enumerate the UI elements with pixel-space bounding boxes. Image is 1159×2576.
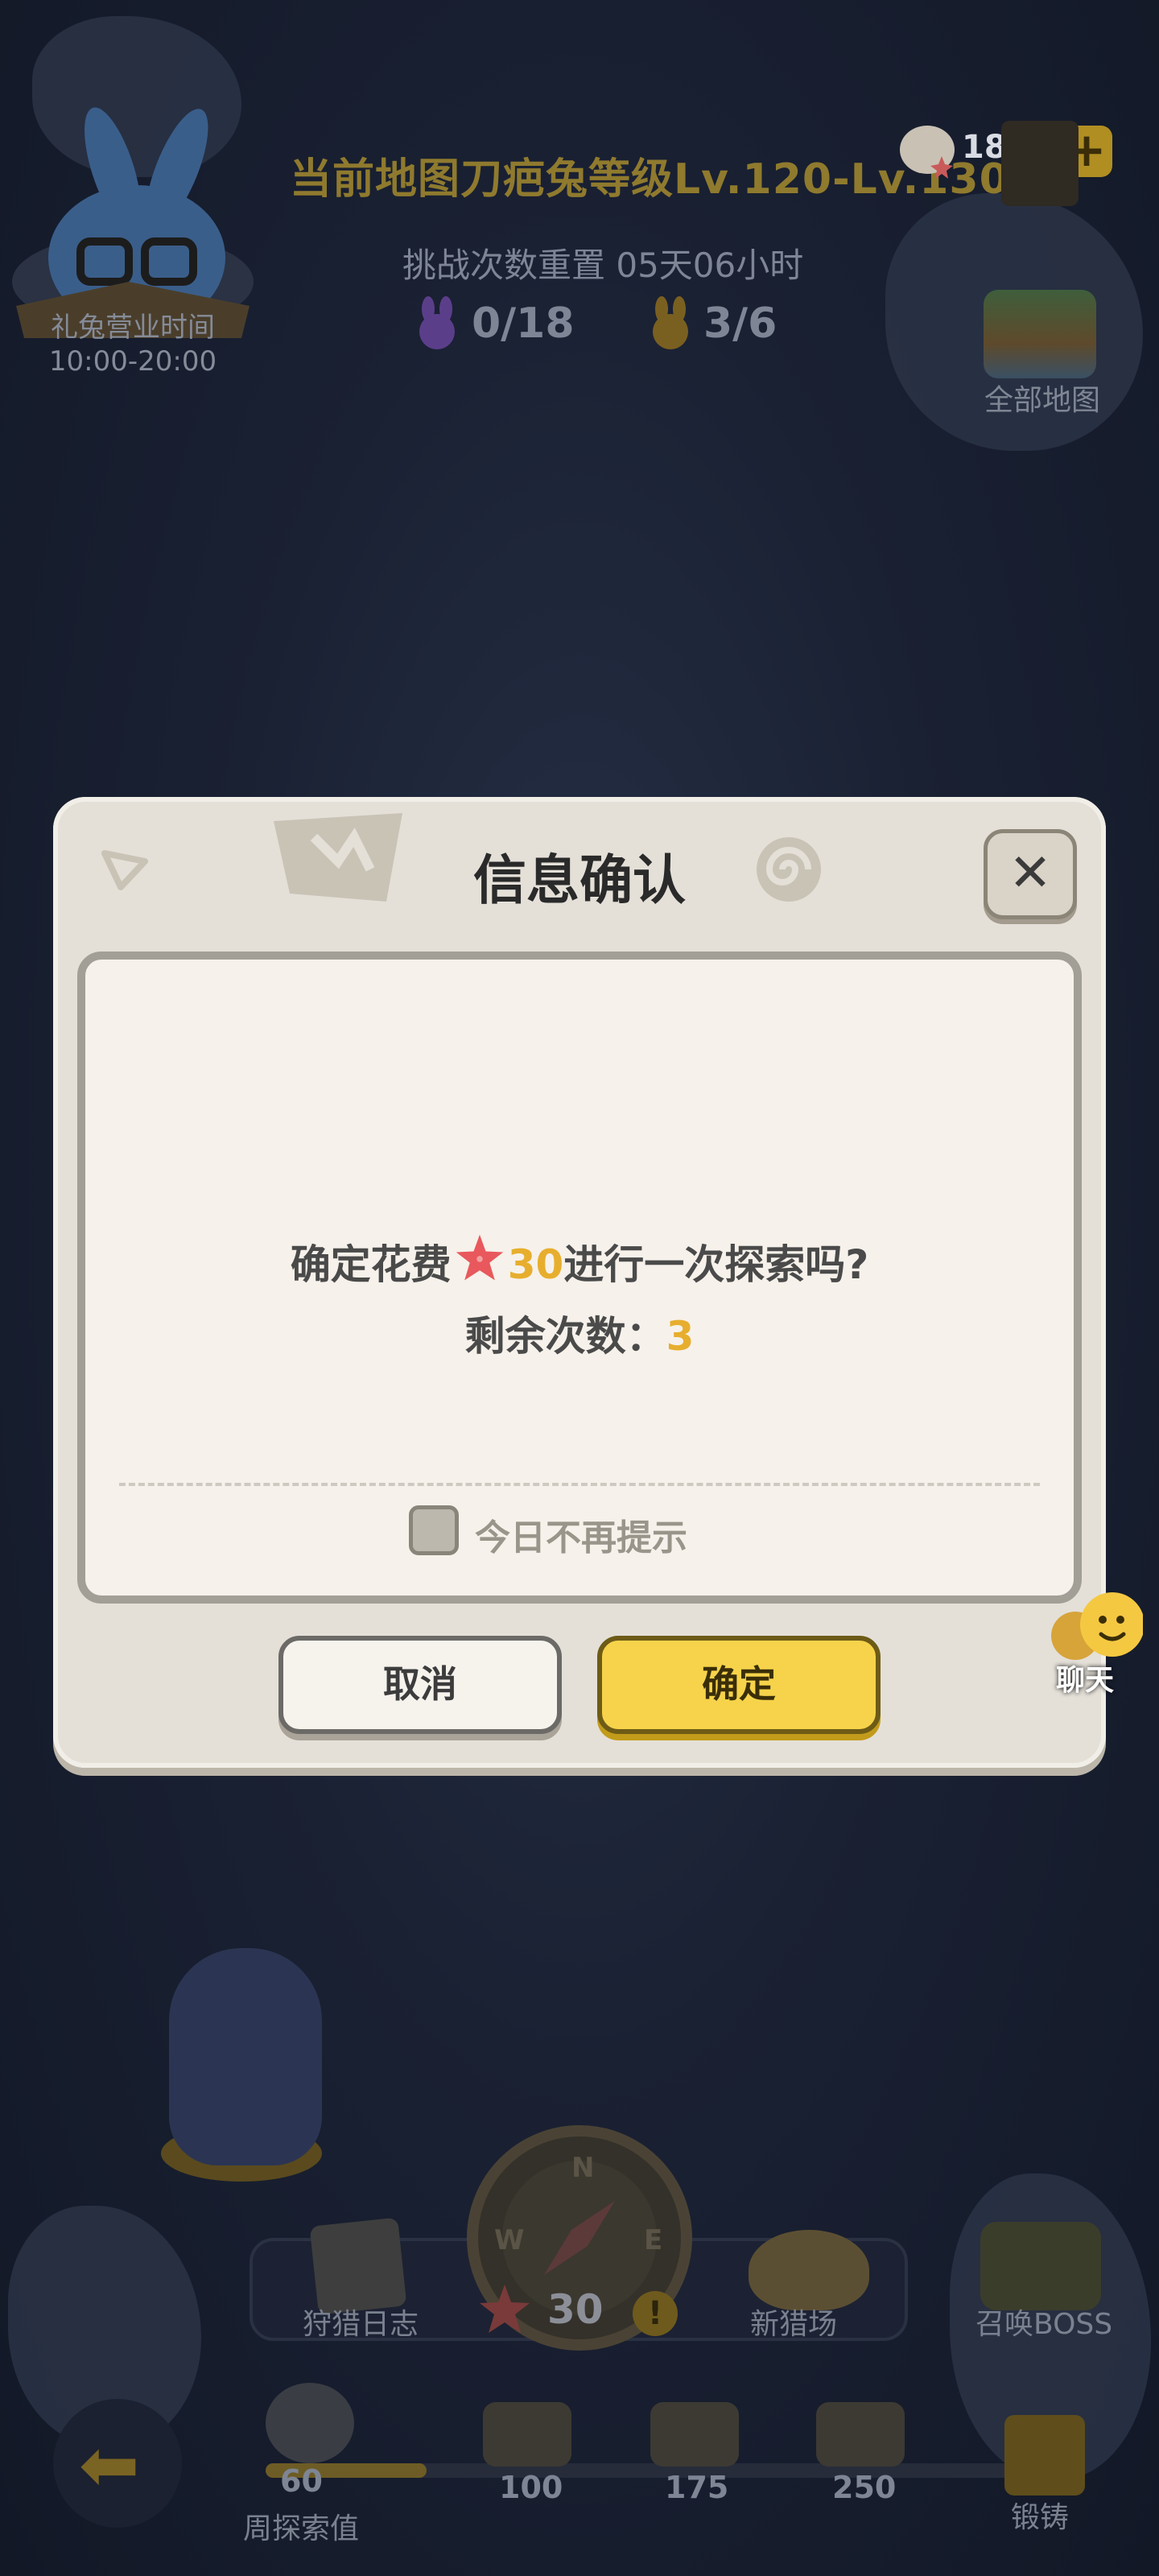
world-map-icon[interactable] (984, 290, 1096, 378)
svg-text:E: E (644, 2224, 662, 2256)
warning-icon[interactable]: ! (633, 2291, 678, 2336)
message-suffix: 进行一次探索吗? (563, 1241, 869, 1288)
svg-text:N: N (571, 2152, 594, 2184)
cancel-button[interactable]: 取消 (278, 1636, 562, 1734)
new-hunting-ground-label[interactable]: 新猎场 (750, 2301, 837, 2343)
remaining-label: 剩余次数： (464, 1313, 666, 1360)
gold-rabbit-count: 3/6 (703, 299, 777, 348)
dont-remind-checkbox[interactable] (409, 1505, 459, 1555)
purple-rabbit-icon (419, 296, 455, 349)
summon-boss-icon[interactable] (980, 2222, 1101, 2310)
dont-remind-label[interactable]: 今日不再提示 (475, 1509, 687, 1560)
starfish-icon (456, 1234, 503, 1281)
close-icon[interactable]: ✕ (1008, 844, 1052, 903)
weekly-value: 60 (280, 2463, 323, 2499)
purple-rabbit-count: 0/18 (472, 299, 575, 348)
shop-hours-label: 礼兔营业时间 (51, 312, 215, 344)
chest-threshold: 250 (832, 2470, 897, 2505)
book-icon (1001, 121, 1079, 206)
hunt-log-label[interactable]: 狩猎日志 (303, 2301, 419, 2343)
rabbit-shopkeeper-icon[interactable] (0, 97, 266, 338)
challenge-reset-timer: 挑战次数重置 05天06小时 (402, 246, 804, 285)
treasure-chest-icon[interactable] (483, 2402, 571, 2467)
confirm-message: 确定花费 30进行一次探索吗? (0, 1232, 1159, 1290)
magnifier-icon (266, 2383, 354, 2463)
starfish-icon (480, 2285, 530, 2333)
treasure-chest-icon[interactable] (650, 2402, 739, 2467)
remaining-value: 3 (666, 1313, 695, 1360)
chest-threshold: 100 (499, 2470, 563, 2505)
shop-hours-time: 10:00-20:00 (48, 345, 217, 378)
message-cost: 30 (507, 1241, 564, 1288)
map-title: 当前地图刀疤兔等级Lv.120-Lv.130 (290, 155, 1009, 204)
chat-label[interactable]: 聊天 (1056, 1657, 1114, 1699)
back-arrow-icon[interactable]: ⬅ (79, 2423, 139, 2508)
close-button[interactable]: ✕ (984, 829, 1077, 919)
all-maps-label[interactable]: 全部地图 (966, 377, 1119, 419)
chest-threshold: 175 (665, 2470, 729, 2505)
treasure-chest-icon[interactable] (816, 2402, 905, 2467)
message-prefix: 确定花费 (290, 1241, 452, 1288)
forge-label[interactable]: 锻铸 (1011, 2494, 1069, 2536)
forge-icon[interactable] (1004, 2415, 1085, 2496)
hunter-character (169, 1948, 322, 2165)
gold-rabbit-icon (653, 296, 688, 349)
divider (119, 1483, 1040, 1486)
explore-cost: 30 (547, 2286, 604, 2333)
remaining-count: 剩余次数：3 (0, 1304, 1159, 1362)
svg-text:W: W (494, 2224, 525, 2256)
summon-boss-label[interactable]: 召唤BOSS (975, 2301, 1112, 2343)
confirm-button[interactable]: 确定 (597, 1636, 881, 1734)
shop-hours: 礼兔营业时间 10:00-20:00 (24, 311, 241, 378)
new-hunting-ground-icon[interactable] (749, 2230, 869, 2310)
weekly-explore-label: 周探索值 (243, 2512, 360, 2545)
shell-currency-icon (900, 126, 955, 179)
